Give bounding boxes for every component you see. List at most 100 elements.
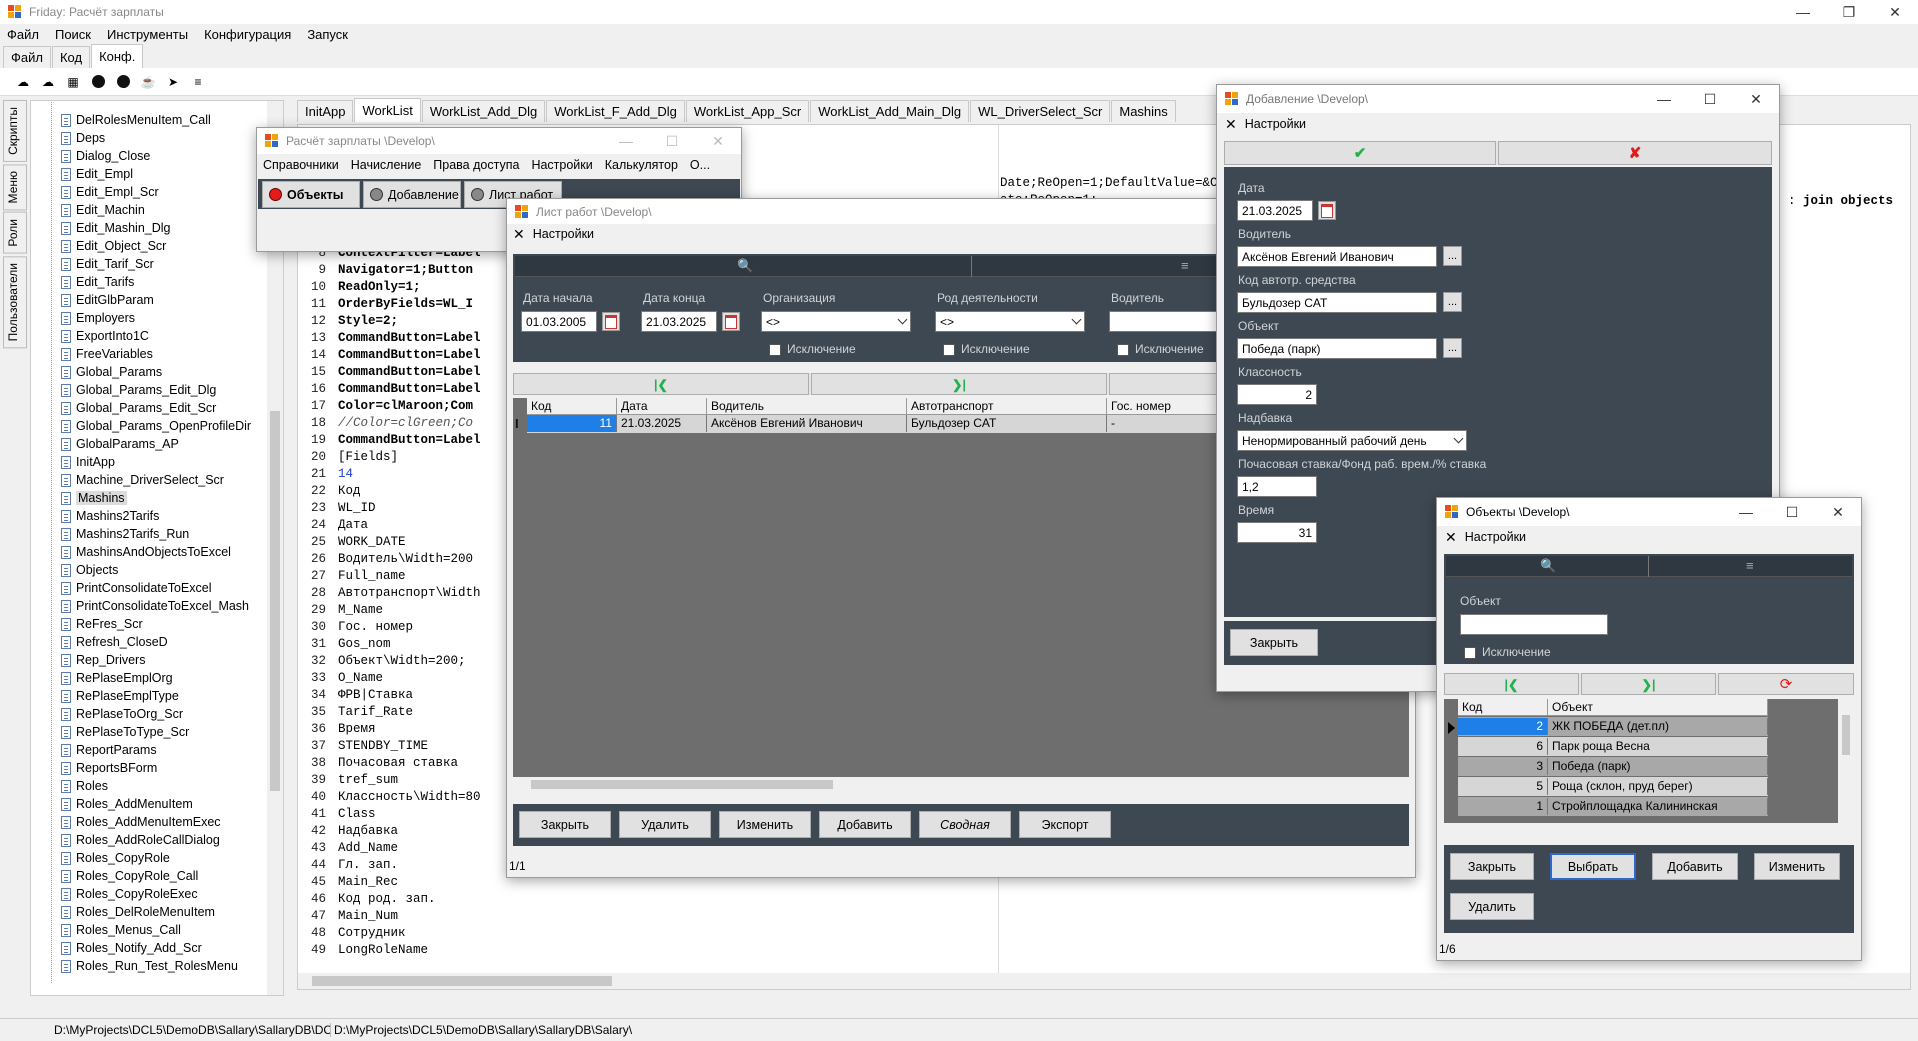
objects-search-bar[interactable]: 🔍 ≡ [1446, 556, 1852, 577]
side-tab-users[interactable]: Пользователи [3, 255, 27, 349]
calc-menu-refs[interactable]: Справочники [263, 158, 339, 172]
tree-item[interactable]: Roles_AddRoleCallDialog [61, 831, 220, 849]
calc-menu-access[interactable]: Права доступа [433, 158, 519, 172]
tree-item[interactable]: Roles_CopyRole [61, 849, 170, 867]
activity-select[interactable]: <> [935, 311, 1085, 332]
objects-v-scrollbar[interactable] [1838, 699, 1854, 823]
side-tab-scripts[interactable]: Скрипты [3, 100, 27, 162]
tree-item[interactable]: RePlaseToType_Scr [61, 723, 189, 741]
tree-item[interactable]: Global_Params_Edit_Scr [61, 399, 216, 417]
objects-col-id-header[interactable]: Код [1458, 699, 1548, 716]
worklist-close-button[interactable]: Закрыть [519, 811, 611, 838]
calc-menu-settings[interactable]: Настройки [531, 158, 592, 172]
tree-item[interactable]: Employers [61, 309, 135, 327]
calc-close-icon[interactable]: ✕ [695, 127, 741, 155]
editor-tab-worklist[interactable]: WorkList [354, 98, 421, 122]
tree-item[interactable]: Roles_Run_Test_RolesMenu [61, 957, 238, 975]
coffee-icon[interactable]: ☕ [137, 71, 159, 93]
tree-item[interactable]: Edit_Tarifs [61, 273, 134, 291]
worklist-h-scrollbar[interactable] [513, 777, 1409, 792]
tree-item[interactable]: Mashins [61, 489, 127, 507]
tree-item[interactable]: RePlaseToOrg_Scr [61, 705, 183, 723]
objects-delete-button[interactable]: Удалить [1450, 893, 1534, 920]
worklist-add-button[interactable]: Добавить [819, 811, 911, 838]
tree-item[interactable]: Roles_DelRoleMenuItem [61, 903, 215, 921]
tree-item[interactable]: Global_Params_Edit_Dlg [61, 381, 216, 399]
add-auto-input[interactable]: Бульдозер CAT [1237, 292, 1437, 313]
calc-menu-calculator[interactable]: Калькулятор [605, 158, 678, 172]
tree-item[interactable]: Machine_DriverSelect_Scr [61, 471, 224, 489]
end-date-calendar-icon[interactable] [722, 312, 740, 331]
objects-add-button[interactable]: Добавить [1652, 853, 1738, 880]
tree-item[interactable]: Edit_Machin [61, 201, 145, 219]
tree-item[interactable]: Mashins2Tarifs_Run [61, 525, 189, 543]
database-icon[interactable]: ▦ [62, 71, 84, 93]
menu-run[interactable]: Запуск [307, 27, 348, 42]
add-minimize-icon[interactable]: — [1641, 85, 1687, 113]
tree-item[interactable]: Roles_Menus_Call [61, 921, 181, 939]
tree-item[interactable]: RePlaseEmplOrg [61, 669, 173, 687]
objects-settings-row[interactable]: ✕ Настройки [1437, 526, 1861, 548]
objects-edit-button[interactable]: Изменить [1754, 853, 1840, 880]
worklist-delete-button[interactable]: Удалить [619, 811, 711, 838]
objects-select-button[interactable]: Выбрать [1550, 853, 1636, 880]
objects-close-button[interactable]: Закрыть [1450, 853, 1534, 880]
tree-item[interactable]: Edit_Tarif_Scr [61, 255, 154, 273]
tree-item[interactable]: Deps [61, 129, 105, 147]
add-auto-browse-button[interactable]: ... [1443, 292, 1462, 312]
add-bonus-select[interactable]: Ненормированный рабочий день [1237, 430, 1467, 451]
worklist-edit-button[interactable]: Изменить [719, 811, 811, 838]
tree-item[interactable]: Roles [61, 777, 108, 795]
add-settings-row[interactable]: ✕ Настройки [1217, 113, 1779, 135]
calc-minimize-icon[interactable]: — [603, 127, 649, 155]
add-class-input[interactable]: 2 [1237, 384, 1317, 405]
menu-file[interactable]: Файл [7, 27, 39, 42]
objects-refresh-icon[interactable]: ⟳ [1718, 673, 1854, 695]
driver-exclude-checkbox[interactable] [1117, 344, 1129, 356]
tree-item[interactable]: Roles_CopyRoleExec [61, 885, 198, 903]
tree-item[interactable]: DelRolesMenuItem_Call [61, 111, 211, 129]
tree-item[interactable]: Edit_Mashin_Dlg [61, 219, 171, 237]
editor-tab-mashins[interactable]: Mashins [1111, 100, 1176, 122]
objects-exclude-checkbox[interactable] [1464, 647, 1476, 659]
editor-tab-worklist-f-add-dlg[interactable]: WorkList_F_Add_Dlg [546, 100, 685, 122]
org-exclude-checkbox[interactable] [769, 344, 781, 356]
tree-item[interactable]: Objects [61, 561, 118, 579]
add-driver-input[interactable]: Аксёнов Евгений Иванович [1237, 246, 1437, 267]
add-date-calendar-icon[interactable] [1318, 201, 1336, 220]
tree-item[interactable]: Edit_Empl [61, 165, 133, 183]
editor-tab-worklist-add-main-dlg[interactable]: WorkList_Add_Main_Dlg [810, 100, 970, 122]
tree-item[interactable]: PrintConsolidateToExcel [61, 579, 212, 597]
tree-item[interactable]: InitApp [61, 453, 115, 471]
maximize-icon[interactable]: ❐ [1826, 0, 1872, 26]
calc-maximize-icon[interactable]: ☐ [649, 127, 695, 155]
add-driver-browse-button[interactable]: ... [1443, 246, 1462, 266]
tree-item[interactable]: Edit_Empl_Scr [61, 183, 159, 201]
editor-tab-wl-driverselect[interactable]: WL_DriverSelect_Scr [970, 100, 1111, 122]
worklist-summary-button[interactable]: Сводная [919, 811, 1011, 838]
objects-h-scrollbar[interactable] [1444, 823, 1854, 837]
add-object-browse-button[interactable]: ... [1443, 338, 1462, 358]
tree-item[interactable]: EditGlbParam [61, 291, 154, 309]
tree-item[interactable]: Roles_AddMenuItemExec [61, 813, 221, 831]
end-date-input[interactable]: 21.03.2025 [641, 311, 717, 332]
list-item[interactable]: 3 Победа (парк) [1458, 757, 1768, 776]
start-date-input[interactable]: 01.03.2005 [521, 311, 597, 332]
editor-tab-worklist-add-dlg[interactable]: WorkList_Add_Dlg [421, 100, 546, 122]
add-cancel-button[interactable]: ✘ [1498, 141, 1772, 165]
cloud-upload-icon[interactable]: ☁ [12, 71, 34, 93]
list-item[interactable]: 2 ЖК ПОБЕДА (дет.пл) [1458, 717, 1768, 736]
objects-object-input[interactable] [1460, 614, 1608, 635]
tree-item[interactable]: Refresh_CloseD [61, 633, 168, 651]
tree-item[interactable]: GlobalParams_AP [61, 435, 179, 453]
close-icon[interactable]: ✕ [1872, 0, 1918, 26]
add-nav-button[interactable]: Добавление [363, 181, 461, 208]
tab-code[interactable]: Код [51, 46, 91, 68]
tree-item[interactable]: Global_Params [61, 363, 162, 381]
menu-tools[interactable]: Инструменты [107, 27, 188, 42]
tree-item[interactable]: ReportParams [61, 741, 157, 759]
tab-file[interactable]: Файл [3, 46, 51, 68]
objects-close-icon[interactable]: ✕ [1815, 498, 1861, 526]
add-close-icon[interactable]: ✕ [1733, 85, 1779, 113]
menu-config[interactable]: Конфигурация [204, 27, 291, 42]
